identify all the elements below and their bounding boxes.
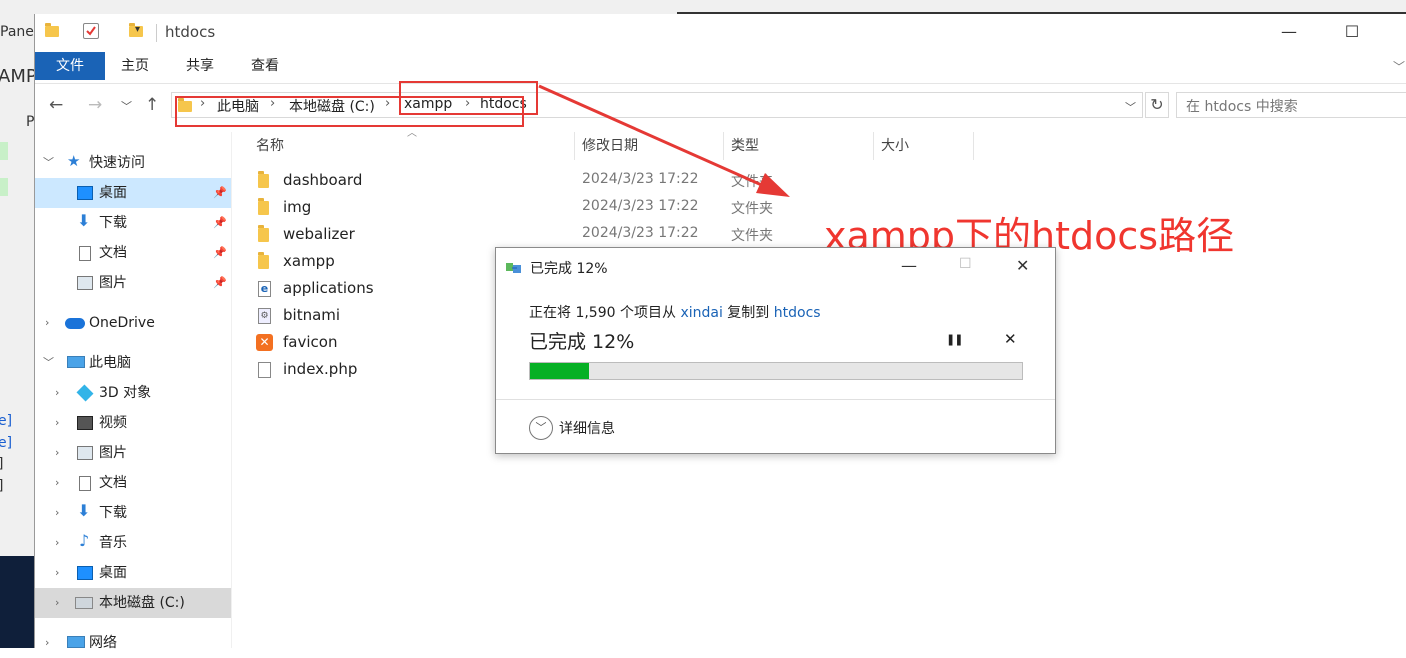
recent-locations-icon[interactable]: ﹀ bbox=[121, 98, 132, 114]
star-icon: ★ bbox=[67, 152, 81, 170]
nav-pc-videos[interactable]: › 视频 bbox=[35, 408, 231, 438]
folder-icon bbox=[258, 225, 269, 242]
nav-pc-music[interactable]: › ♪ 音乐 bbox=[35, 528, 231, 558]
bg-green-mark bbox=[0, 142, 8, 160]
cancel-button[interactable]: ✕ bbox=[1004, 330, 1017, 348]
drive-icon bbox=[75, 597, 93, 609]
expand-details-icon[interactable]: ﹀ bbox=[529, 416, 553, 440]
tab-home[interactable]: 主页 bbox=[107, 52, 163, 80]
cube-icon bbox=[76, 384, 94, 402]
progress-bar bbox=[529, 362, 1023, 380]
source-folder-link[interactable]: xindai bbox=[680, 305, 722, 321]
bg-text-amp: AMP bbox=[0, 66, 34, 87]
pin-icon[interactable]: 📌 bbox=[213, 208, 227, 238]
film-icon bbox=[77, 416, 93, 430]
column-type[interactable]: 类型 bbox=[731, 135, 759, 155]
tab-share[interactable]: 共享 bbox=[172, 52, 228, 80]
bg-text-e1: e] bbox=[0, 413, 13, 429]
settings-file-icon: ⚙ bbox=[258, 308, 271, 324]
tab-view[interactable]: 查看 bbox=[237, 52, 293, 80]
folder-icon bbox=[45, 23, 59, 37]
bg-text-b2: ] bbox=[0, 478, 3, 494]
copy-progress-dialog: 已完成 12% — ☐ ✕ 正在将 1,590 个项目从 xindai 复制到 … bbox=[495, 247, 1056, 454]
customize-toolbar-icon[interactable]: ▾ bbox=[135, 24, 140, 35]
column-date[interactable]: 修改日期 bbox=[582, 135, 638, 155]
properties-icon[interactable] bbox=[83, 23, 99, 39]
network-icon bbox=[67, 636, 85, 648]
window-title: htdocs bbox=[165, 23, 216, 41]
nav-pc-desktop[interactable]: › 桌面 bbox=[35, 558, 231, 588]
bg-dark-area bbox=[0, 556, 34, 648]
maximize-button[interactable]: ☐ bbox=[1342, 22, 1362, 42]
background-top-strip bbox=[34, 0, 1406, 14]
nav-onedrive[interactable]: › OneDrive bbox=[35, 308, 231, 338]
refresh-icon[interactable]: ↻ bbox=[1145, 92, 1169, 118]
nav-quick-downloads[interactable]: ⬇ 下载 📌 bbox=[35, 208, 231, 238]
nav-pc-documents[interactable]: › 文档 bbox=[35, 468, 231, 498]
bg-text-pane: Pane bbox=[0, 24, 34, 40]
column-name[interactable]: 名称 bbox=[256, 135, 284, 155]
progress-bar-fill bbox=[530, 363, 590, 379]
nav-pc-pictures[interactable]: › 图片 bbox=[35, 438, 231, 468]
tab-file[interactable]: 文件 bbox=[35, 52, 105, 80]
download-icon: ⬇ bbox=[77, 211, 91, 230]
xampp-logo-icon: ✕ bbox=[256, 334, 273, 351]
search-input[interactable]: 在 htdocs 中搜索 bbox=[1176, 92, 1406, 118]
address-dropdown-icon[interactable]: ﹀ bbox=[1125, 99, 1136, 115]
desktop-icon bbox=[77, 186, 93, 200]
nav-quick-pictures[interactable]: 图片 📌 bbox=[35, 268, 231, 298]
music-note-icon: ♪ bbox=[79, 531, 90, 550]
annotation-box-htdocs bbox=[399, 81, 538, 115]
minimize-button[interactable]: — bbox=[1279, 22, 1299, 42]
nav-pc-local-disk[interactable]: › 本地磁盘 (C:) bbox=[35, 588, 231, 618]
background-window: Pane AMP P e] e] ] ] bbox=[0, 0, 34, 648]
pin-icon[interactable]: 📌 bbox=[213, 178, 227, 208]
nav-pc-downloads[interactable]: › ⬇ 下载 bbox=[35, 498, 231, 528]
folder-icon bbox=[258, 252, 269, 269]
up-arrow-icon[interactable]: ↑ bbox=[145, 95, 159, 115]
back-arrow-icon[interactable]: ← bbox=[49, 95, 63, 115]
folder-icon bbox=[258, 198, 269, 215]
copy-description: 正在将 1,590 个项目从 xindai 复制到 htdocs bbox=[529, 305, 821, 321]
column-size[interactable]: 大小 bbox=[881, 135, 909, 155]
forward-arrow-icon[interactable]: → bbox=[88, 95, 102, 115]
desktop-icon bbox=[77, 566, 93, 580]
progress-status: 已完成 12% bbox=[529, 331, 635, 353]
pause-button[interactable]: ❚❚ bbox=[946, 333, 963, 346]
document-icon bbox=[79, 246, 91, 261]
copy-icon bbox=[506, 261, 524, 275]
bg-text-p: P bbox=[26, 114, 34, 130]
dialog-title: 已完成 12% bbox=[530, 261, 608, 277]
navigation-pane: ﹀ ★ 快速访问 桌面 📌 ⬇ 下载 📌 文档 📌 图片 📌 › OneDriv bbox=[35, 132, 231, 651]
pin-icon[interactable]: 📌 bbox=[213, 238, 227, 268]
dialog-minimize-button[interactable]: — bbox=[901, 256, 917, 275]
dialog-maximize-button[interactable]: ☐ bbox=[959, 256, 972, 272]
pin-icon[interactable]: 📌 bbox=[213, 268, 227, 298]
target-folder-link[interactable]: htdocs bbox=[774, 305, 821, 321]
file-row[interactable]: dashboard 2024/3/23 17:22 文件夹 bbox=[232, 168, 932, 195]
folder-icon bbox=[258, 171, 269, 188]
pictures-icon bbox=[77, 446, 93, 460]
nav-pc-3d-objects[interactable]: › 3D 对象 bbox=[35, 378, 231, 408]
blank-file-icon bbox=[258, 362, 271, 378]
dialog-close-button[interactable]: ✕ bbox=[1016, 256, 1029, 275]
download-icon: ⬇ bbox=[77, 501, 91, 520]
bg-text-b1: ] bbox=[0, 456, 3, 472]
cloud-icon bbox=[65, 318, 85, 329]
details-label[interactable]: 详细信息 bbox=[559, 418, 615, 438]
computer-icon bbox=[67, 356, 85, 368]
nav-quick-documents[interactable]: 文档 📌 bbox=[35, 238, 231, 268]
ribbon-tabs: 文件 主页 共享 查看 ﹀ bbox=[35, 52, 1406, 84]
pictures-icon bbox=[77, 276, 93, 290]
expand-ribbon-icon[interactable]: ﹀ bbox=[1393, 58, 1405, 75]
nav-this-pc[interactable]: ﹀ 此电脑 bbox=[35, 348, 231, 378]
document-icon bbox=[79, 476, 91, 491]
bg-text-e2: e] bbox=[0, 435, 13, 451]
nav-network[interactable]: › 网络 bbox=[35, 628, 231, 658]
nav-quick-desktop[interactable]: 桌面 📌 bbox=[35, 178, 231, 208]
nav-quick-access[interactable]: ﹀ ★ 快速访问 bbox=[35, 148, 231, 178]
html-file-icon: e bbox=[258, 281, 271, 297]
bg-green-mark bbox=[0, 178, 8, 196]
title-bar: ▾ htdocs — ☐ bbox=[35, 14, 1406, 52]
